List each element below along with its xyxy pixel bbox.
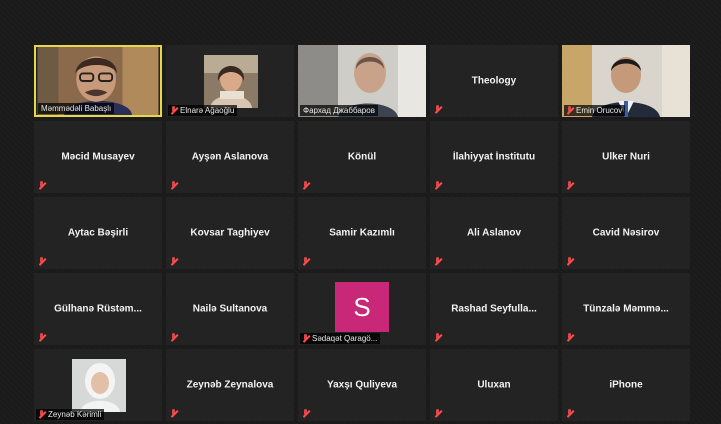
participant-name: Aytac Bəşirli [67,227,129,239]
participant-tile[interactable]: Theology [430,45,558,117]
participant-tile[interactable]: Emin Orucov [562,45,690,117]
participant-tile[interactable]: Məcid Musayev [34,121,162,193]
participant-tile[interactable]: Ali Aslanov [430,197,558,269]
muted-mic-icon [434,257,442,266]
participant-tile[interactable]: Kovsar Taghiyev [166,197,294,269]
participant-tile[interactable]: iPhone [562,349,690,421]
muted-mic-icon [566,409,574,418]
muted-mic-icon [302,257,310,266]
participant-tile[interactable]: Ulker Nuri [562,121,690,193]
participant-tile[interactable]: Rashad Seyfulla... [430,273,558,345]
muted-mic-icon [566,181,574,190]
participant-name: Ulker Nuri [602,151,650,163]
participant-name: Ayşən Aslanova [191,151,269,163]
muted-mic-icon [302,409,310,418]
participant-name: Zeynəb Zeynalova [186,379,274,391]
muted-mic-icon [170,333,178,342]
participant-name-label: Məmmədəli Babaşlı [38,103,115,114]
participant-tile[interactable]: Cavid Nəsirov [562,197,690,269]
participant-tile[interactable]: İlahiyyat İnstitutu [430,121,558,193]
muted-mic-icon [434,181,442,190]
participant-tile[interactable]: Uluxan [430,349,558,421]
participant-tile[interactable]: Yaxşı Quliyeva [298,349,426,421]
participant-name: Фархад Джаббаров [303,106,375,115]
participant-video [72,359,126,412]
muted-mic-icon [38,257,46,266]
participant-name: Məcid Musayev [61,151,135,163]
participant-name: Məmmədəli Babaşlı [41,104,112,113]
participant-name-label: Elnarə Ağaoğlu [168,105,238,116]
participant-tile[interactable]: Nailə Sultanova [166,273,294,345]
participant-name: Yaxşı Quliyeva [326,379,398,391]
participant-tile[interactable]: Könül [298,121,426,193]
participant-name: Sədaqət Qaragö... [312,334,378,343]
participant-name: Uluxan [477,379,511,391]
muted-mic-icon [434,105,442,114]
muted-mic-icon [170,181,178,190]
participant-tile[interactable]: Aytac Bəşirli [34,197,162,269]
muted-mic-icon [566,106,574,115]
participant-gallery: Məmmədəli Babaşlı Elnarə Ağaoğlu Фархад Дж… [0,0,721,424]
participant-tile[interactable]: Zeynəb Zeynalova [166,349,294,421]
participant-tile[interactable]: Samir Kazımlı [298,197,426,269]
avatar: S [335,282,389,332]
participant-name: Nailə Sultanova [192,303,268,315]
participant-tile[interactable]: Ayşən Aslanova [166,121,294,193]
muted-mic-icon [170,106,178,115]
muted-mic-icon [38,333,46,342]
muted-mic-icon [38,181,46,190]
muted-mic-icon [170,257,178,266]
participant-name: Elnarə Ağaoğlu [180,106,235,115]
participant-tile[interactable]: S Sədaqət Qaragö... [298,273,426,345]
participant-tile[interactable]: Tünzalə Məmmə... [562,273,690,345]
participant-name: Emin Orucov [576,106,623,115]
muted-mic-icon [38,410,46,419]
participant-name-label: Фархад Джаббаров [300,105,378,116]
participant-name-label: Sədaqət Qaragö... [300,333,381,344]
participant-video [204,55,258,108]
participant-tile[interactable]: Фархад Джаббаров [298,45,426,117]
participant-tile[interactable]: Gülhanə Rüstəm... [34,273,162,345]
muted-mic-icon [434,409,442,418]
participant-name: Rashad Seyfulla... [451,303,537,315]
muted-mic-icon [566,257,574,266]
muted-mic-icon [302,181,310,190]
participant-name: Kovsar Taghiyev [190,227,270,239]
participant-name: Ali Aslanov [466,227,522,239]
participant-name: Tünzalə Məmmə... [583,303,669,315]
participant-name-label: Zeynəb Kərimli [36,409,105,420]
participant-name: Gülhanə Rüstəm... [54,303,142,315]
muted-mic-icon [170,409,178,418]
muted-mic-icon [434,333,442,342]
participant-tile[interactable]: Elnarə Ağaoğlu [166,45,294,117]
muted-mic-icon [302,334,310,343]
participant-name: Theology [471,75,517,87]
participant-name: Cavid Nəsirov [592,227,660,239]
participant-name-label: Emin Orucov [564,105,626,116]
participant-name: Zeynəb Kərimli [48,410,102,419]
participant-name: Könül [347,151,377,163]
participant-name: Samir Kazımlı [329,227,395,239]
participant-name: İlahiyyat İnstitutu [452,151,536,163]
participant-name: iPhone [609,379,643,391]
participant-tile[interactable]: Məmmədəli Babaşlı [34,45,162,117]
muted-mic-icon [566,333,574,342]
participant-tile[interactable]: Zeynəb Kərimli [34,349,162,421]
